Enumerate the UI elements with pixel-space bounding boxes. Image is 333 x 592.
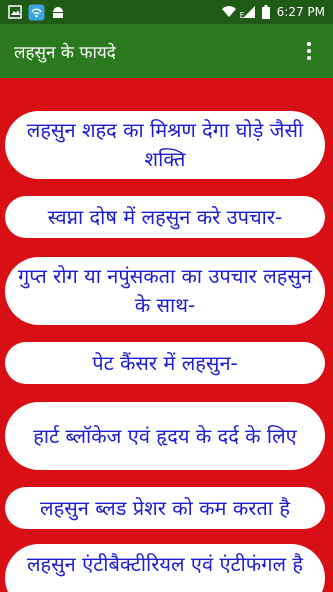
network-label: E — [239, 11, 245, 20]
list-item-label: लहसुन शहद का मिश्रण देगा घोड़े जैसी शक्त… — [26, 118, 304, 171]
topic-list: लहसुन शहद का मिश्रण देगा घोड़े जैसी शक्त… — [0, 78, 333, 592]
status-right: E 6:27 PM — [221, 5, 325, 20]
list-item[interactable]: स्वप्ना दोष में लहसुन करे उपचार- — [5, 196, 325, 238]
list-item-label: स्वप्ना दोष में लहसुन करे उपचार- — [47, 204, 283, 229]
android-icon — [51, 5, 65, 19]
status-bar: E 6:27 PM — [0, 0, 333, 24]
wifi-icon — [221, 6, 236, 18]
list-item[interactable]: लहसुन ब्लड प्रेशर को कम करता है — [5, 487, 325, 529]
list-item[interactable]: गुप्त रोग या नपुंसकता का उपचार लहसुन के … — [5, 257, 325, 325]
list-item-label: पेट कैंसर में लहसुन- — [92, 350, 238, 375]
list-item[interactable]: पेट कैंसर में लहसुन- — [5, 342, 325, 384]
app-bar: लहसुन के फायदे — [0, 24, 333, 78]
more-vertical-icon[interactable] — [297, 31, 321, 71]
battery-icon — [261, 5, 270, 19]
status-time: 6:27 PM — [276, 5, 325, 19]
status-left — [8, 4, 65, 21]
list-item[interactable]: लहसुन शहद का मिश्रण देगा घोड़े जैसी शक्त… — [5, 111, 325, 179]
notification-image-icon — [8, 5, 22, 19]
list-item-label: हार्ट ब्लॉकेज एवं हृदय के दर्द के लिए — [33, 423, 297, 448]
signal-icon: E — [239, 6, 255, 20]
list-item-label: लहसुन एंटीबैक्टीरियल एवं एंटीफंगल है — [26, 552, 303, 576]
list-item[interactable]: हार्ट ब्लॉकेज एवं हृदय के दर्द के लिए — [5, 402, 325, 470]
list-item-label: लहसुन ब्लड प्रेशर को कम करता है — [40, 495, 290, 520]
wifi-hotspot-icon — [28, 4, 45, 21]
list-item[interactable]: लहसुन एंटीबैक्टीरियल एवं एंटीफंगल है — [5, 544, 325, 592]
app-title: लहसुन के फायदे — [14, 42, 116, 63]
list-item-label: गुप्त रोग या नपुंसकता का उपचार लहसुन के … — [17, 264, 312, 317]
